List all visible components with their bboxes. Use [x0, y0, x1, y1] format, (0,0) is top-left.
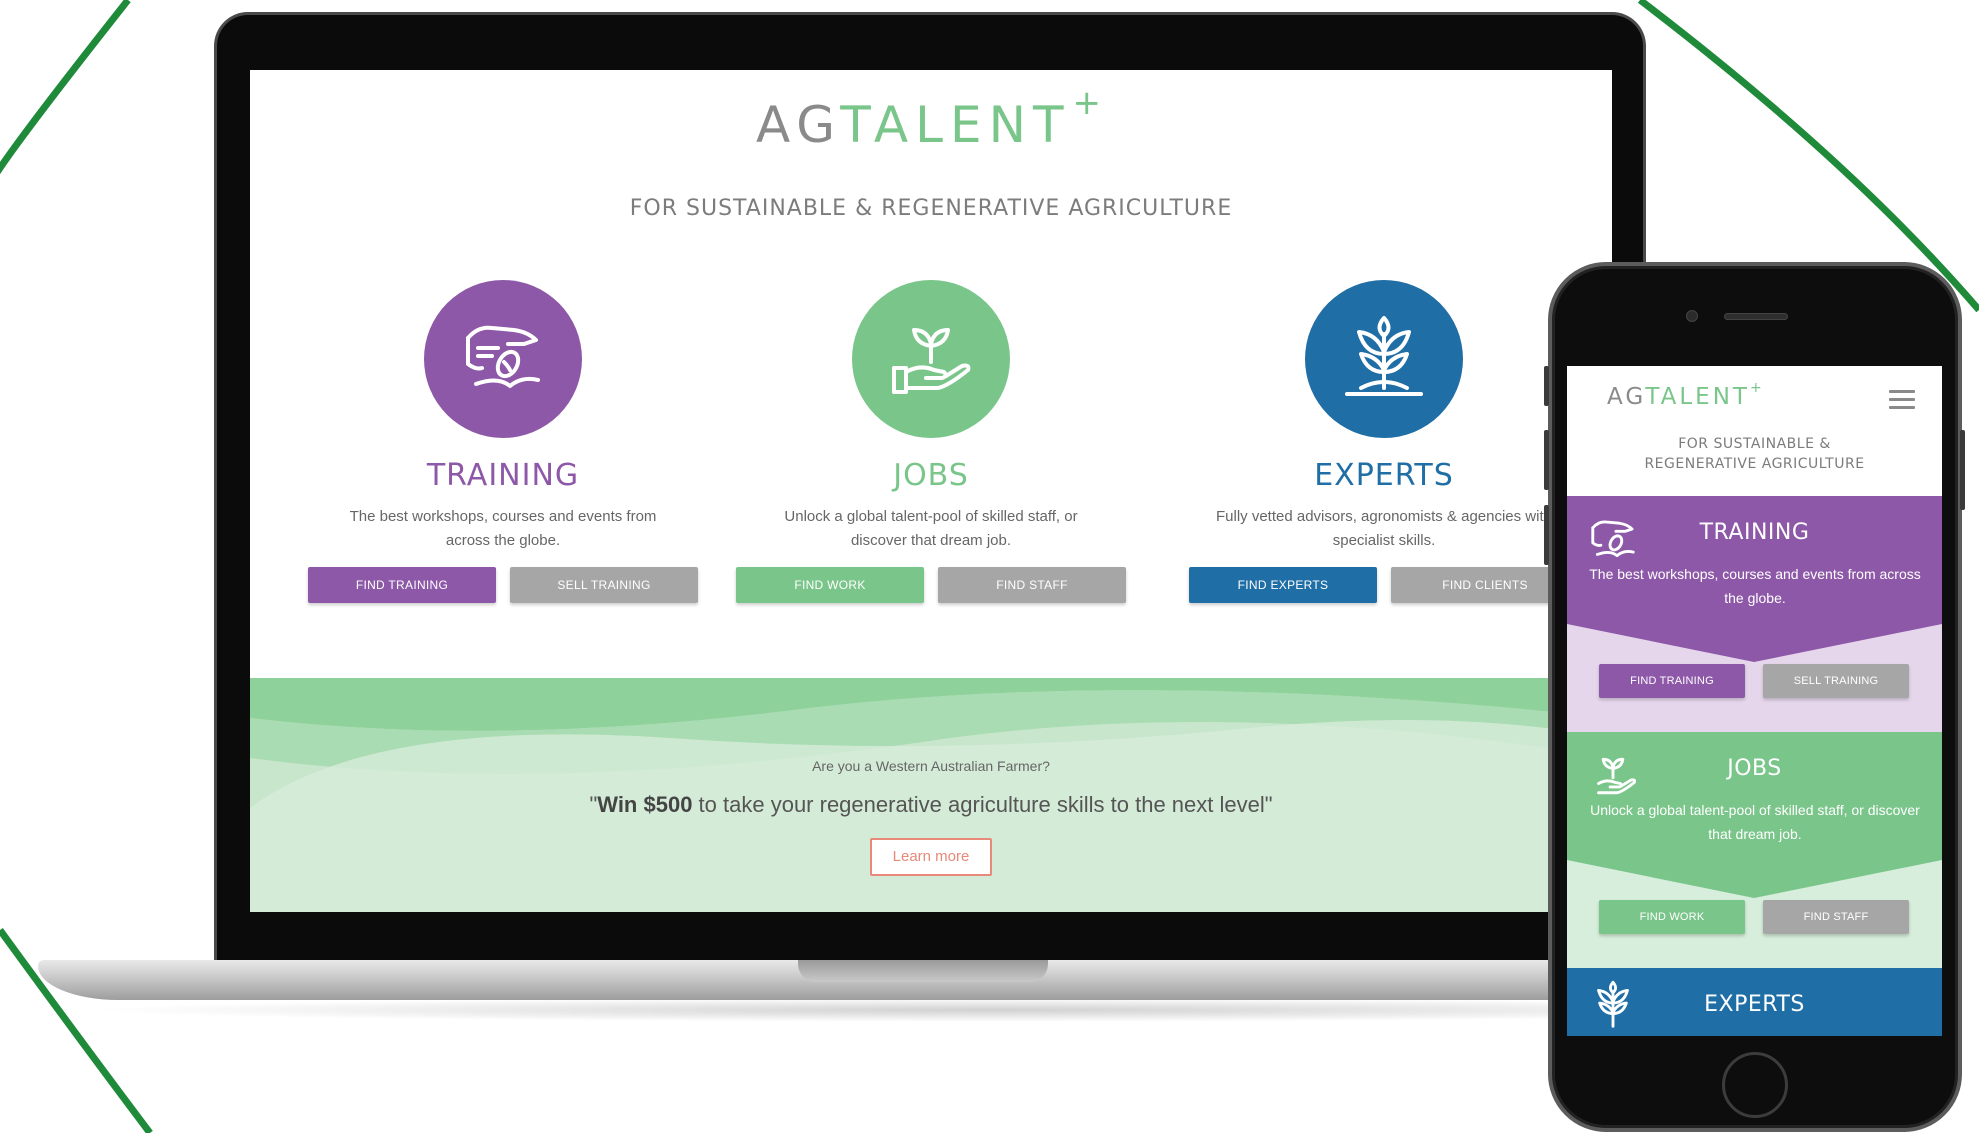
promo-quote: "Win $500 to take your regenerative agri…: [250, 792, 1612, 818]
plant-icon: [1345, 316, 1423, 396]
mobile-training-description: The best workshops, courses and events f…: [1589, 566, 1921, 606]
phone-speaker: [1724, 313, 1788, 320]
mobile-tagline-line2: REGENERATIVE AGRICULTURE: [1644, 456, 1865, 472]
mobile-jobs-section: JOBS Unlock a global talent-pool of skil…: [1567, 732, 1942, 968]
mobile-site-logo[interactable]: AGTALENT+: [1607, 380, 1765, 410]
mobile-training-section: TRAINING The best workshops, courses and…: [1567, 496, 1942, 732]
mobile-experts-section: EXPERTS: [1567, 968, 1942, 1036]
laptop-notch: [798, 960, 1048, 982]
sell-training-button[interactable]: SELL TRAINING: [510, 567, 698, 603]
mobile-logo-ag: AG: [1607, 384, 1646, 410]
experts-column: EXPERTS Fully vetted advisors, agronomis…: [1174, 280, 1594, 603]
hand-sprout-icon: [892, 328, 971, 394]
logo-plus: +: [1072, 83, 1109, 123]
find-training-button[interactable]: FIND TRAINING: [308, 567, 496, 603]
mobile-find-work-button[interactable]: FIND WORK: [1599, 900, 1745, 934]
promo-quote-bold: Win $500: [597, 792, 693, 817]
promo-question: Are you a Western Australian Farmer?: [812, 758, 1050, 774]
mobile-training-title: TRAINING: [1699, 520, 1810, 545]
phone-power-button: [1960, 430, 1965, 510]
experts-buttons: FIND EXPERTS FIND CLIENTS: [1174, 567, 1594, 603]
mobile-jobs-title: JOBS: [1727, 756, 1782, 781]
site-tagline: FOR SUSTAINABLE & REGENERATIVE AGRICULTU…: [629, 196, 1233, 221]
experts-description: Fully vetted advisors, agronomists & age…: [1216, 508, 1552, 549]
find-work-button[interactable]: FIND WORK: [736, 567, 924, 603]
phone-volume-down: [1544, 505, 1549, 565]
learn-more-button[interactable]: Learn more: [870, 838, 992, 876]
logo-ag: AG: [755, 96, 841, 154]
jobs-circle: [852, 280, 1010, 438]
jobs-title: JOBS: [893, 458, 969, 493]
phone-volume-up: [1544, 430, 1549, 490]
find-experts-button[interactable]: FIND EXPERTS: [1189, 567, 1377, 603]
experts-circle: [1305, 280, 1463, 438]
site-logo[interactable]: AGTALENT+: [250, 83, 1612, 154]
training-column: TRAINING The best workshops, courses and…: [293, 280, 713, 603]
experts-title: EXPERTS: [1314, 458, 1454, 493]
hamburger-menu-icon[interactable]: [1889, 390, 1915, 410]
phone-camera: [1686, 310, 1698, 322]
jobs-description: Unlock a global talent-pool of skilled s…: [784, 508, 1078, 549]
mobile-find-staff-button[interactable]: FIND STAFF: [1763, 900, 1909, 934]
training-description: The best workshops, courses and events f…: [349, 508, 657, 549]
phone-side-button: [1544, 366, 1549, 406]
training-title: TRAINING: [426, 458, 580, 493]
mobile-experts-title: EXPERTS: [1704, 992, 1805, 1017]
training-circle: [424, 280, 582, 438]
mobile-logo-plus: +: [1749, 380, 1765, 396]
laptop-screen: AGTALENT+ FOR SUSTAINABLE & REGENERATIVE…: [250, 70, 1612, 912]
mobile-sell-training-button[interactable]: SELL TRAINING: [1763, 664, 1909, 698]
phone-screen: AGTALENT+ FOR SUSTAINABLE & REGENERATIVE…: [1567, 366, 1942, 1036]
mobile-jobs-description: Unlock a global talent-pool of skilled s…: [1590, 802, 1920, 842]
logo-talent: TALENT: [840, 96, 1071, 154]
jobs-column: JOBS Unlock a global talent-pool of skil…: [721, 280, 1141, 603]
phone-home-button: [1722, 1052, 1788, 1118]
mobile-tagline: FOR SUSTAINABLE & REGENERATIVE AGRICULTU…: [1567, 434, 1942, 474]
mobile-find-training-button[interactable]: FIND TRAINING: [1599, 664, 1745, 698]
jobs-buttons: FIND WORK FIND STAFF: [721, 567, 1141, 603]
hand-seed-icon: [466, 325, 540, 388]
promo-quote-rest: to take your regenerative agriculture sk…: [692, 792, 1273, 817]
mobile-tagline-line1: FOR SUSTAINABLE &: [1678, 436, 1831, 452]
find-staff-button[interactable]: FIND STAFF: [938, 567, 1126, 603]
training-buttons: FIND TRAINING SELL TRAINING: [293, 567, 713, 603]
mobile-logo-talent: TALENT: [1645, 384, 1750, 410]
